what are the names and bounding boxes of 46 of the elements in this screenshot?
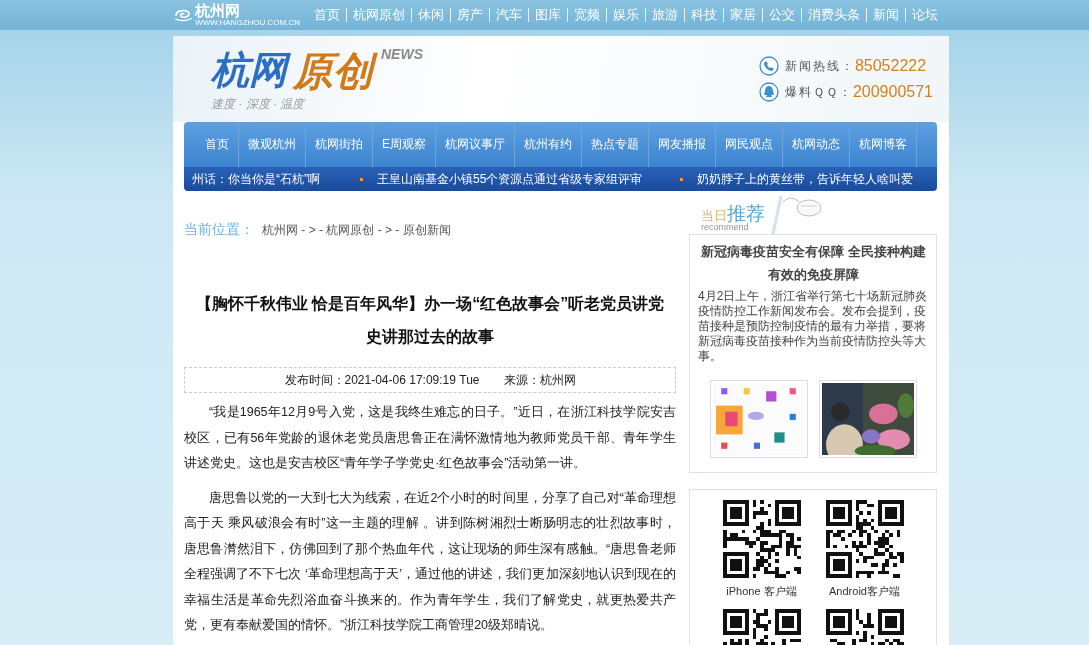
top-nav-link[interactable]: 休闲 xyxy=(411,8,450,22)
section-heading-accent: 推荐 xyxy=(727,204,765,223)
top-nav-link[interactable]: 公交 xyxy=(762,8,801,22)
contact-label: 新闻热线： xyxy=(784,57,855,75)
top-nav-link[interactable]: 首页 xyxy=(308,8,346,22)
app-label[interactable]: Android客户端 xyxy=(829,584,900,599)
top-nav-link[interactable]: 论坛 xyxy=(905,8,944,22)
contact-number: 85052222 xyxy=(854,57,927,75)
top-nav-link[interactable]: 新闻 xyxy=(866,8,905,22)
bullet-icon xyxy=(680,177,684,181)
logo-word: NEWS xyxy=(381,45,424,62)
logo-slogan: 速度 · 深度 · 温度 xyxy=(211,95,307,113)
recommend-headline[interactable]: 新冠病毒疫苗安全有保障 全民接种构建有效的免疫屏障 xyxy=(698,241,929,287)
top-nav-link[interactable]: 杭网原创 xyxy=(346,8,411,22)
logo-title: 杭网 xyxy=(211,45,291,94)
top-nav-link[interactable]: 家居 xyxy=(723,8,762,22)
qr-code-icon xyxy=(825,500,904,578)
top-nav-link[interactable]: 图库 xyxy=(528,8,567,22)
article-paragraph: 唐思鲁以党的一大到七大为线索，在近2个小时的时间里，分享了自己对“革命理想高于天 乘风破浪会有时”这一主题的理解 。讲到陈树湘烈士断肠明志的壮烈故事时，唐思鲁潸然泪下，仿佛回到了那个热血年代，这让现场的师生深有感触。“唐思鲁老师全程强调了不下七次 ‘革命理想高于天’，通过他的讲述，我们更加深刻地认识到现在的幸福生活是革命先烈浴血奋斗换来的。作为青年学生，我们了解党史，就更热爱共产党，更有奉献爱国的情怀。”浙江科技学院工商管理20级郑晴说。 xyxy=(184,489,676,634)
top-nav-link[interactable]: 房产 xyxy=(450,8,489,22)
bullet-icon xyxy=(360,177,363,181)
section-heading: 当日 xyxy=(701,209,727,222)
recommend-summary: 4月2日上午，浙江省举行第七十场新冠肺炎疫情防控工作新闻发布会。发布会提到，疫苗接种是预防控制疫情的最有力举措，要将新冠病毒疫苗接种作为当前疫情防控头等大事。 xyxy=(698,289,929,364)
contact-label: 爆料ＱＱ： xyxy=(784,83,853,101)
top-nav-link[interactable]: 宽频 xyxy=(567,8,606,22)
ticker-link[interactable]: 奶奶脖子上的黄丝带，告诉年轻人啥叫爱 xyxy=(697,170,914,188)
breadcrumb-label: 当前位置： xyxy=(184,221,254,239)
contact-number: 200900571 xyxy=(852,83,933,101)
phone-icon xyxy=(758,56,779,76)
section-subtitle: recommend xyxy=(701,223,749,232)
article-paragraph: “我是1965年12月9号入党，这是我终生难忘的日子。”近日，在浙江科技学院安吉校区，已有56年党龄的退休老党员唐思鲁正在满怀激情地为教师党员干部、青年学生讲述党史。这也是安吉校区“青年学子学党史·红色故事会”活动第一讲。 xyxy=(184,404,676,472)
top-nav-link[interactable]: 旅游 xyxy=(645,8,684,22)
ticker-link[interactable]: 王皇山南基金小镇55个资源点通过省级专家组评审 xyxy=(377,170,643,188)
breadcrumb-path: 杭州网 - > - 杭网原创 - > - 原创新闻 xyxy=(262,222,451,239)
top-nav-link[interactable]: 科技 xyxy=(684,8,723,22)
app-label[interactable]: iPhone 客户端 xyxy=(726,584,797,599)
article-source: 来源：杭州网 xyxy=(503,371,576,389)
qr-code-icon xyxy=(722,500,801,578)
site-logo-text[interactable]: 杭州网 xyxy=(195,3,300,18)
publish-time: 发布时间：2021-04-06 17:09:19 Tue xyxy=(284,371,480,389)
ticker-link[interactable]: 州话：你当你是“石杭”啊 xyxy=(192,170,320,188)
top-nav-link[interactable]: 娱乐 xyxy=(606,8,645,22)
top-nav-link[interactable]: 汽车 xyxy=(489,8,528,22)
article-title: 【胸怀千秋伟业 恰是百年风华】办一场“红色故事会”听老党员讲党史讲那过去的故事 xyxy=(194,294,666,347)
top-nav-link[interactable]: 消费头条 xyxy=(801,8,866,22)
site-url: WWW.HANGZHOU.COM.CN xyxy=(195,19,300,27)
